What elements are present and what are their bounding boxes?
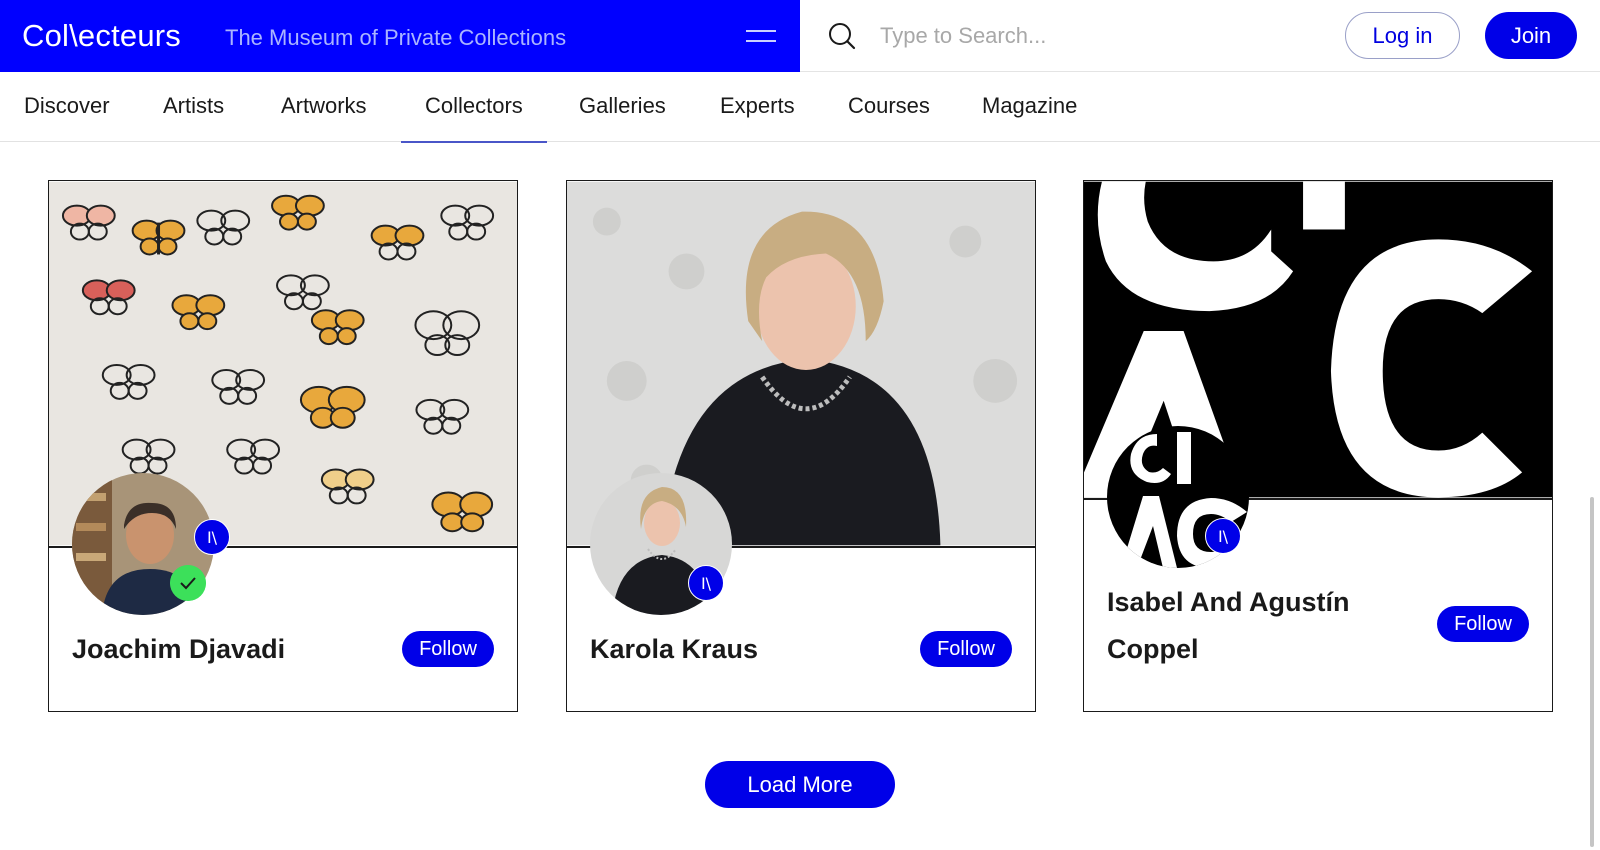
collector-name-line-1[interactable]: Isabel And Agustín	[1107, 578, 1350, 626]
collector-card[interactable]: I\ Joachim Djavadi Follow	[48, 180, 518, 712]
collector-name[interactable]: Joachim Djavadi	[72, 625, 285, 673]
site-logo[interactable]: Col\ecteurs	[22, 18, 181, 54]
follow-button[interactable]: Follow	[402, 631, 494, 667]
nav-item-collectors[interactable]: Collectors	[401, 72, 547, 143]
search-panel: Log in Join	[800, 0, 1600, 72]
nav-item-courses[interactable]: Courses	[848, 72, 930, 142]
collecteurs-badge-icon: I\	[688, 565, 724, 601]
site-tagline: The Museum of Private Collections	[225, 25, 567, 50]
collecteurs-badge-icon: I\	[194, 519, 230, 555]
collecteurs-badge-icon: I\	[1205, 518, 1241, 554]
nav-item-artworks[interactable]: Artworks	[281, 72, 367, 142]
main-nav: Discover Artists Artworks Collectors Gal…	[0, 72, 1600, 143]
nav-item-galleries[interactable]: Galleries	[579, 72, 666, 142]
search-icon[interactable]	[828, 22, 856, 50]
collector-card[interactable]: I\ Isabel And Agustín Coppel Follow	[1083, 180, 1553, 712]
follow-button[interactable]: Follow	[920, 631, 1012, 667]
page-scrollbar[interactable]	[1590, 497, 1594, 847]
follow-button[interactable]: Follow	[1437, 606, 1529, 642]
nav-item-discover[interactable]: Discover	[24, 72, 110, 142]
hamburger-menu-icon[interactable]	[746, 26, 776, 46]
collector-card[interactable]: I\ Karola Kraus Follow	[566, 180, 1036, 712]
verified-check-icon	[170, 565, 206, 601]
login-button[interactable]: Log in	[1345, 12, 1460, 59]
collector-name-line-2[interactable]: Coppel	[1107, 625, 1199, 673]
header: Col\ecteurs The Museum of Private Collec…	[0, 0, 1600, 72]
join-button[interactable]: Join	[1485, 12, 1577, 59]
brand-panel: Col\ecteurs The Museum of Private Collec…	[0, 0, 800, 72]
collector-name[interactable]: Karola Kraus	[590, 625, 758, 673]
load-more-button[interactable]: Load More	[705, 761, 895, 808]
nav-item-magazine[interactable]: Magazine	[982, 72, 1077, 142]
nav-item-artists[interactable]: Artists	[163, 72, 224, 142]
nav-item-experts[interactable]: Experts	[720, 72, 795, 142]
search-input[interactable]	[880, 18, 1300, 54]
